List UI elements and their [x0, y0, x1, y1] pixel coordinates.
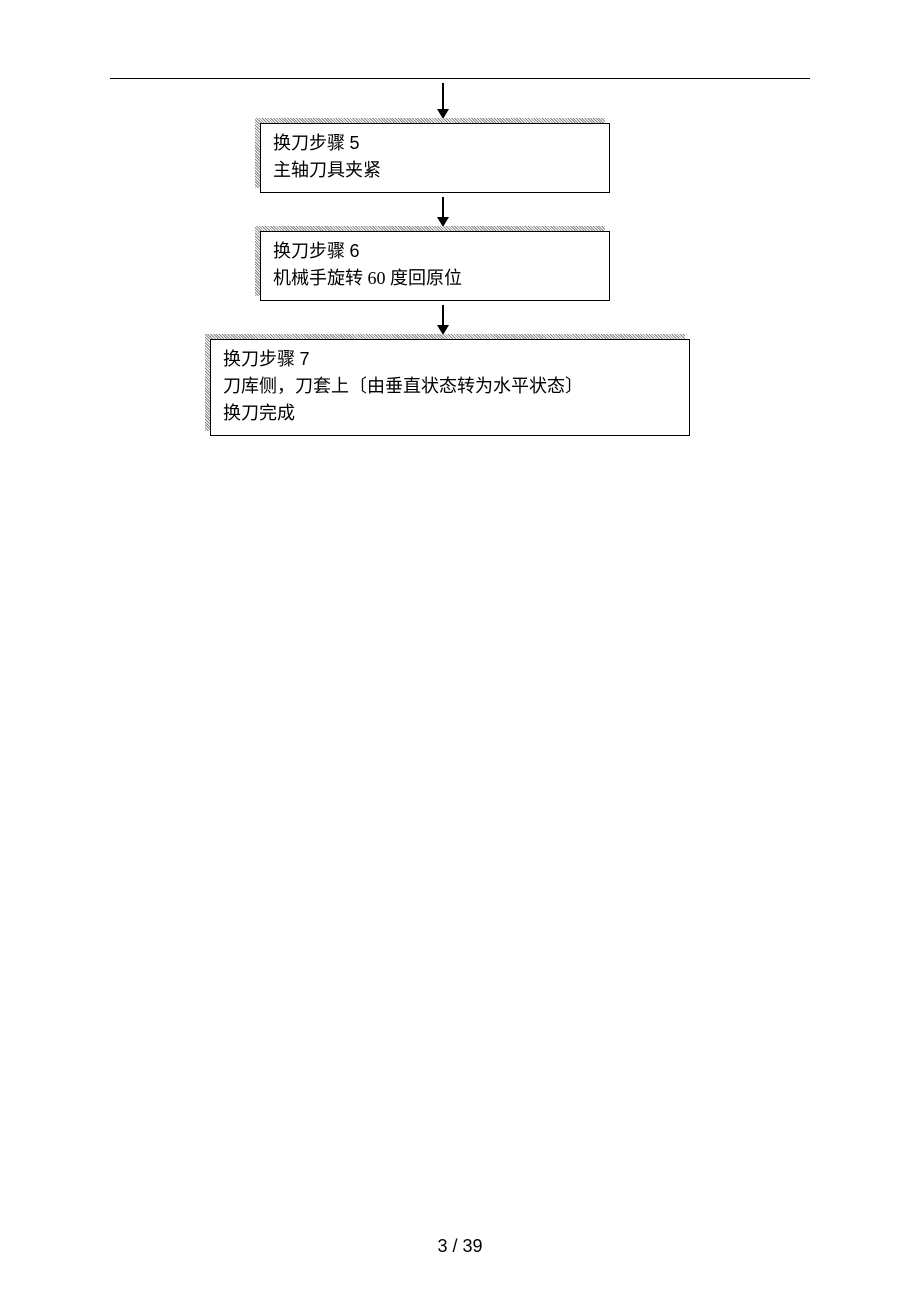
arrow-down-icon — [260, 305, 760, 335]
page-number: 3 / 39 — [0, 1236, 920, 1257]
flowchart-node: 换刀步骤 5 主轴刀具夹紧 — [260, 123, 610, 193]
step-body: 主轴刀具夹紧 — [273, 157, 597, 184]
step-body: 刀库侧，刀套上〔由垂直状态转为水平状态〕 — [223, 373, 677, 400]
flowchart-node: 换刀步骤 7 刀库侧，刀套上〔由垂直状态转为水平状态〕 换刀完成 — [210, 339, 690, 436]
arrow-down-icon — [260, 197, 760, 227]
arrow-down-icon — [260, 83, 760, 119]
flowchart: 换刀步骤 5 主轴刀具夹紧 换刀步骤 6 机械手旋转 60 度回原位 换刀步 — [260, 83, 760, 440]
step-body-2: 换刀完成 — [223, 400, 677, 427]
flowchart-node: 换刀步骤 6 机械手旋转 60 度回原位 — [260, 231, 610, 301]
header-divider — [110, 78, 810, 79]
step-body: 机械手旋转 60 度回原位 — [273, 265, 597, 292]
step-title: 换刀步骤 6 — [273, 238, 597, 265]
step-title: 换刀步骤 7 — [223, 346, 677, 373]
step-title: 换刀步骤 5 — [273, 130, 597, 157]
